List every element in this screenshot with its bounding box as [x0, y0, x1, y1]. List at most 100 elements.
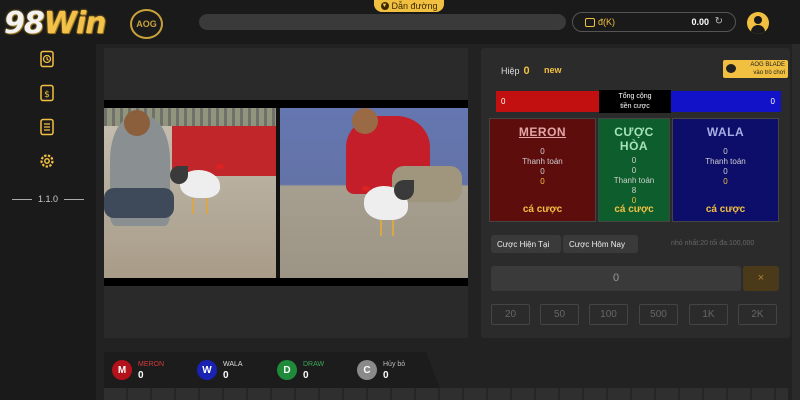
- bet-totals-bar: 0 Tổng cộng tiền cược 0: [496, 90, 781, 113]
- guide-button[interactable]: ▼ Dẫn đường: [374, 0, 444, 12]
- total-label-line2: tiền cược: [620, 103, 650, 110]
- betting-panel: Hiệp 0 new AOG BLADE vào trò chơi 0 Tổng …: [481, 48, 790, 338]
- gear-icon[interactable]: [38, 152, 56, 170]
- bet-option-wala[interactable]: WALA 0 Thanh toán 0 0 cá cược: [672, 118, 779, 222]
- camera-left-view: [104, 108, 276, 278]
- marquee-bar: [199, 14, 566, 30]
- app-root: 98Win AOG ▼ Dẫn đường đ(K) 0.00 ↻ $ 1.1.…: [0, 0, 800, 400]
- chevron-down-icon: ▼: [380, 2, 389, 10]
- history-icon[interactable]: [38, 50, 56, 68]
- stat-cancel-value: 0: [383, 370, 389, 381]
- meron-my-bet: 0: [540, 177, 545, 186]
- wala-title: WALA: [706, 125, 745, 139]
- meron-payout: 0: [540, 167, 545, 176]
- rooster-left-leg: [192, 198, 194, 214]
- wala-badge-icon: W: [197, 360, 217, 380]
- video-letterbox-bottom: [104, 278, 468, 286]
- round-status: new: [544, 65, 562, 75]
- wallet-currency: đ(K): [598, 17, 616, 27]
- refresh-icon[interactable]: ↻: [715, 16, 723, 27]
- stat-wala-label: WALA: [223, 361, 243, 368]
- wallet-icon: [585, 18, 595, 27]
- bet-option-meron[interactable]: MERON 0 Thanh toán 0 0 cá cược: [489, 118, 596, 222]
- meron-badge-icon: M: [112, 360, 132, 380]
- video-letterbox-top: [104, 100, 468, 108]
- rooster-right-leg: [392, 220, 394, 236]
- camera-right-view: [280, 108, 468, 278]
- blade-subtitle: vào trò chơi: [753, 70, 785, 76]
- avatar-body: [751, 25, 765, 34]
- total-label: Tổng cộng tiền cược: [599, 90, 671, 113]
- stat-cancel-label: Hủy bỏ: [383, 361, 406, 368]
- wallet-balance: đ(K) 0.00 ↻: [572, 12, 736, 32]
- clear-amount-button[interactable]: ×: [743, 266, 779, 291]
- chip-100[interactable]: 100: [589, 304, 628, 325]
- stat-wala-value: 0: [223, 370, 229, 381]
- rooster-left-tail: [170, 166, 188, 184]
- wala-bet-label: cá cược: [705, 204, 746, 215]
- app-version: 1.1.0: [12, 194, 84, 204]
- draw-title: CƯỢC HÒA: [614, 125, 654, 153]
- bet-limits: nhỏ nhất:20 tối đa:100,000: [671, 240, 755, 247]
- draw-payout: 8: [631, 186, 637, 195]
- result-stats: M MERON 0 W WALA 0 D DRAW 0 C Hủy bỏ 0: [104, 352, 440, 388]
- logo-word: Win: [43, 6, 107, 41]
- page-scrollbar[interactable]: [792, 44, 800, 400]
- bet-amount-input[interactable]: 0: [491, 266, 741, 291]
- blade-title: AOG BLADE: [750, 62, 785, 68]
- total-meron: 0: [496, 91, 599, 112]
- tab-today-bets[interactable]: Cược Hôm Nay: [563, 235, 638, 253]
- rooster-right-tail: [394, 180, 414, 200]
- guide-label: Dẫn đường: [391, 1, 438, 11]
- svg-text:$: $: [44, 90, 50, 100]
- stat-meron-value: 0: [138, 370, 144, 381]
- rooster-icon: [726, 64, 736, 73]
- wala-payout: 0: [723, 167, 728, 176]
- draw-amount: 0: [631, 156, 637, 165]
- chip-2k[interactable]: 2K: [738, 304, 777, 325]
- rooster-left-comb: [216, 164, 224, 169]
- aog-blade-button[interactable]: AOG BLADE vào trò chơi: [723, 60, 788, 78]
- chip-50[interactable]: 50: [540, 304, 579, 325]
- wala-payout-label: Thanh toán: [705, 157, 746, 166]
- total-label-line1: Tổng cộng: [618, 93, 652, 100]
- wala-my-bet: 0: [723, 177, 728, 186]
- round-label: Hiệp: [501, 66, 520, 76]
- stat-meron-label: MERON: [138, 361, 165, 368]
- chip-1k[interactable]: 1K: [689, 304, 728, 325]
- total-wala: 0: [671, 91, 781, 112]
- rooster-right-leg: [380, 220, 382, 236]
- sidebar: $ 1.1.0: [0, 44, 96, 400]
- round-info: Hiệp 0: [501, 65, 530, 77]
- user-avatar-icon[interactable]: [747, 12, 769, 34]
- draw-bet-label: cá cược: [614, 204, 654, 215]
- draw-badge-icon: D: [277, 360, 297, 380]
- draw-payout-label: Thanh toán: [613, 176, 655, 185]
- result-history-grid: [104, 388, 788, 400]
- report-list-icon[interactable]: [38, 118, 56, 136]
- cancel-badge-icon: C: [357, 360, 377, 380]
- stat-draw-value: 0: [303, 370, 309, 381]
- wallet-amount: 0.00: [691, 17, 709, 27]
- meron-bet-label: cá cược: [522, 204, 563, 215]
- rooster-left-leg: [206, 198, 208, 214]
- handler-right-head: [352, 108, 378, 134]
- handler-left-head: [124, 110, 150, 136]
- wala-amount: 0: [723, 147, 728, 156]
- handler-left-legs: [104, 188, 174, 218]
- bet-option-draw[interactable]: CƯỢC HÒA 0 0 Thanh toán 8 0 cá cược: [598, 118, 670, 222]
- draw-amount-2: 0: [631, 166, 637, 175]
- stat-draw-label: DRAW: [303, 361, 325, 368]
- meron-title: MERON: [518, 125, 567, 139]
- meron-amount: 0: [540, 147, 545, 156]
- bet-record-icon[interactable]: $: [38, 84, 56, 102]
- tab-current-bets[interactable]: Cược Hiện Tại: [491, 235, 561, 253]
- aog-badge: AOG: [130, 9, 163, 39]
- chip-500[interactable]: 500: [639, 304, 678, 325]
- chip-20[interactable]: 20: [491, 304, 530, 325]
- logo-number: 98: [4, 6, 45, 41]
- meron-payout-label: Thanh toán: [522, 157, 563, 166]
- brand-logo[interactable]: 98Win: [4, 6, 107, 41]
- top-bar: 98Win AOG ▼ Dẫn đường đ(K) 0.00 ↻: [0, 0, 800, 44]
- avatar-head: [754, 16, 762, 24]
